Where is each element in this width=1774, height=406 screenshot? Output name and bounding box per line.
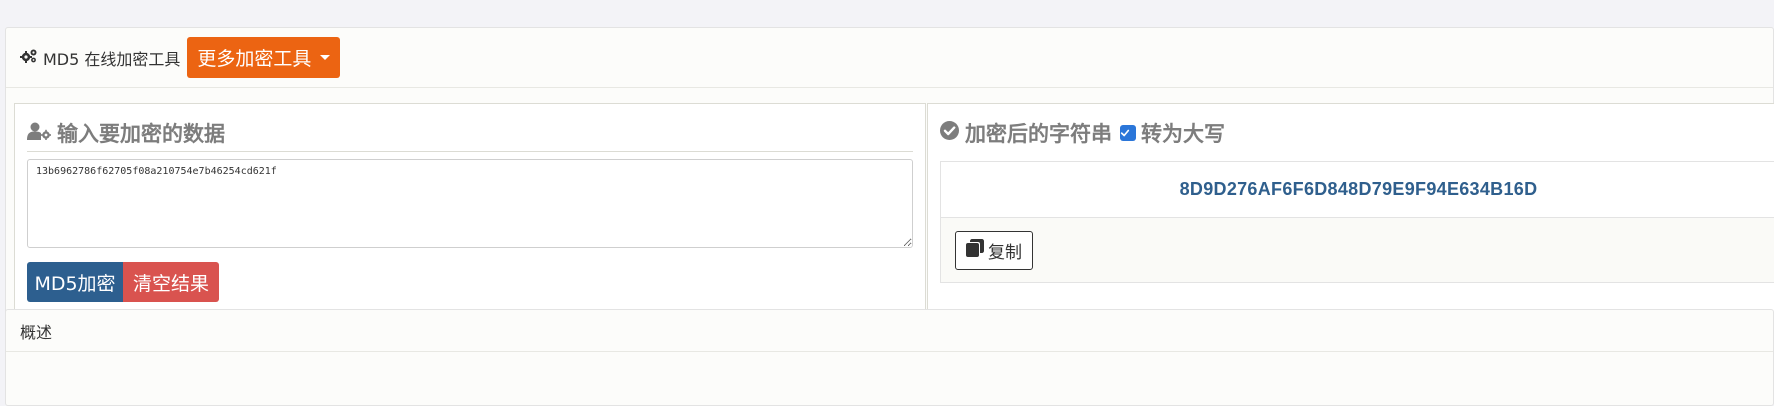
input-section-title: 输入要加密的数据 <box>27 118 225 148</box>
clear-result-button[interactable]: 清空结果 <box>123 262 219 302</box>
header-title-text: MD5 在线加密工具 <box>43 49 181 69</box>
caret-down-icon <box>320 55 331 60</box>
copy-button[interactable]: 复制 <box>955 231 1033 270</box>
user-cog-icon <box>27 121 57 145</box>
output-section: 加密后的字符串 转为大写 8D9D276AF6F6D848D79E9F94E63… <box>927 103 1774 322</box>
action-button-group: MD5加密 清空结果 <box>27 262 219 302</box>
input-textarea-value: 13b6962786f62705f08a210754e7b46254cd621f <box>36 166 277 177</box>
input-textarea[interactable]: 13b6962786f62705f08a210754e7b46254cd621f <box>27 159 913 248</box>
uppercase-label[interactable]: 转为大写 <box>1141 118 1225 148</box>
panel-header: MD5 在线加密工具 更多加密工具 <box>6 28 1773 88</box>
result-box: 8D9D276AF6F6D848D79E9F94E634B16D <box>940 161 1774 217</box>
output-section-title: 加密后的字符串 转为大写 <box>940 118 1225 148</box>
md5-result-text: 8D9D276AF6F6D848D79E9F94E634B16D <box>1179 179 1538 199</box>
result-footer: 复制 <box>940 217 1774 283</box>
uppercase-checkbox[interactable] <box>1120 125 1136 141</box>
copy-button-label: 复制 <box>988 243 1022 262</box>
more-tools-label: 更多加密工具 <box>197 48 312 70</box>
page-title: MD5 在线加密工具 <box>20 46 180 70</box>
input-section: 输入要加密的数据 13b6962786f62705f08a210754e7b46… <box>14 103 926 322</box>
check-circle-icon <box>940 121 965 145</box>
md5-tool-panel: MD5 在线加密工具 更多加密工具 输入要加密的数据 13b6962786f62… <box>5 27 1774 343</box>
output-section-title-text: 加密后的字符串 <box>965 122 1112 146</box>
overview-panel: 概述 <box>5 309 1774 406</box>
overview-title: 概述 <box>6 310 1773 352</box>
md5-encrypt-button[interactable]: MD5加密 <box>27 262 123 302</box>
title-divider <box>27 151 913 152</box>
copy-icon <box>966 239 988 262</box>
input-section-title-text: 输入要加密的数据 <box>57 122 225 146</box>
gears-icon <box>20 48 43 68</box>
more-tools-dropdown-button[interactable]: 更多加密工具 <box>187 37 341 78</box>
